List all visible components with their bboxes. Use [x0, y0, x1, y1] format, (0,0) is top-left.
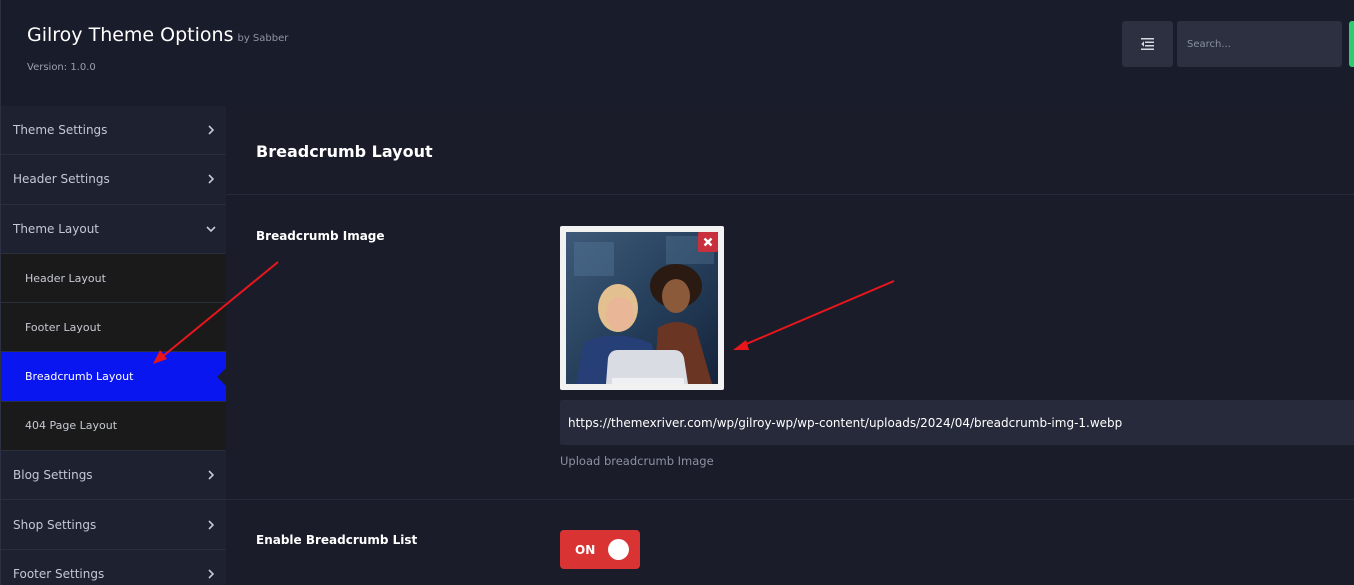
toggle-knob [608, 539, 629, 560]
chevron-right-icon [206, 470, 216, 480]
sidebar-subitem-breadcrumb-layout[interactable]: Breadcrumb Layout [1, 352, 226, 402]
search-input[interactable] [1177, 21, 1342, 67]
theme-options-page: Gilroy Theme Options by Sabber Version: 1… [0, 0, 1354, 585]
breadcrumb-image-hint: Upload breadcrumb Image [560, 454, 714, 468]
sidebar-item-label: Blog Settings [13, 468, 93, 483]
app-author: by Sabber [237, 33, 289, 44]
app-title: Gilroy Theme Options by Sabber [27, 24, 288, 46]
sidebar-item-blog-settings[interactable]: Blog Settings [1, 451, 226, 501]
sidebar-subitem-footer-layout[interactable]: Footer Layout [1, 303, 226, 353]
sidebar-item-label: Header Layout [25, 271, 106, 285]
section-title: Breadcrumb Layout [256, 142, 433, 161]
sidebar-item-theme-layout[interactable]: Theme Layout [1, 205, 226, 254]
header: Gilroy Theme Options by Sabber Version: 1… [0, 0, 1354, 106]
breadcrumb-list-label: Enable Breadcrumb List [256, 533, 418, 547]
toggle-state-label: ON [575, 542, 596, 557]
breadcrumb-list-toggle[interactable]: ON [560, 530, 640, 569]
app-title-text: Gilroy Theme Options [27, 24, 234, 46]
sidebar-nav: Theme Settings Header Settings Theme Lay… [0, 106, 226, 585]
chevron-right-icon [206, 569, 216, 579]
collapse-menu-icon [1141, 38, 1154, 50]
chevron-down-icon [206, 224, 216, 234]
sidebar-subitem-header-layout[interactable]: Header Layout [1, 253, 226, 304]
sidebar-item-label: Footer Layout [25, 320, 101, 334]
sidebar-item-label: 404 Page Layout [25, 419, 118, 433]
breadcrumb-image-preview[interactable] [560, 226, 724, 390]
collapse-menu-button[interactable] [1122, 21, 1173, 67]
sidebar-item-shop-settings[interactable]: Shop Settings [1, 500, 226, 550]
sidebar-item-footer-settings[interactable]: Footer Settings [1, 550, 226, 585]
chevron-right-icon [206, 174, 216, 185]
field-divider [226, 499, 1354, 500]
chevron-right-icon [206, 125, 216, 135]
breadcrumb-image-thumbnail [566, 232, 718, 384]
save-button[interactable] [1349, 21, 1354, 67]
app-version: Version: 1.0.0 [27, 62, 96, 73]
chevron-right-icon [206, 519, 216, 530]
sidebar-item-label: Theme Settings [13, 123, 108, 138]
sidebar-subitem-404-page-layout[interactable]: 404 Page Layout [1, 401, 226, 452]
remove-image-button[interactable] [698, 232, 718, 252]
breadcrumb-image-url-input[interactable] [560, 400, 1354, 445]
main-panel: Breadcrumb Layout Breadcrumb Image https… [226, 106, 1354, 585]
sidebar-item-header-settings[interactable]: Header Settings [1, 155, 226, 205]
section-divider [226, 194, 1354, 195]
sidebar-item-label: Footer Settings [13, 566, 105, 581]
sidebar-item-label: Shop Settings [13, 517, 97, 532]
sidebar-item-label: Breadcrumb Layout [25, 370, 134, 384]
breadcrumb-image-label: Breadcrumb Image [256, 229, 385, 243]
close-icon [703, 237, 713, 247]
sidebar-item-label: Header Settings [13, 172, 110, 187]
sidebar-item-theme-settings[interactable]: Theme Settings [1, 106, 226, 156]
sidebar-item-label: Theme Layout [13, 221, 99, 236]
